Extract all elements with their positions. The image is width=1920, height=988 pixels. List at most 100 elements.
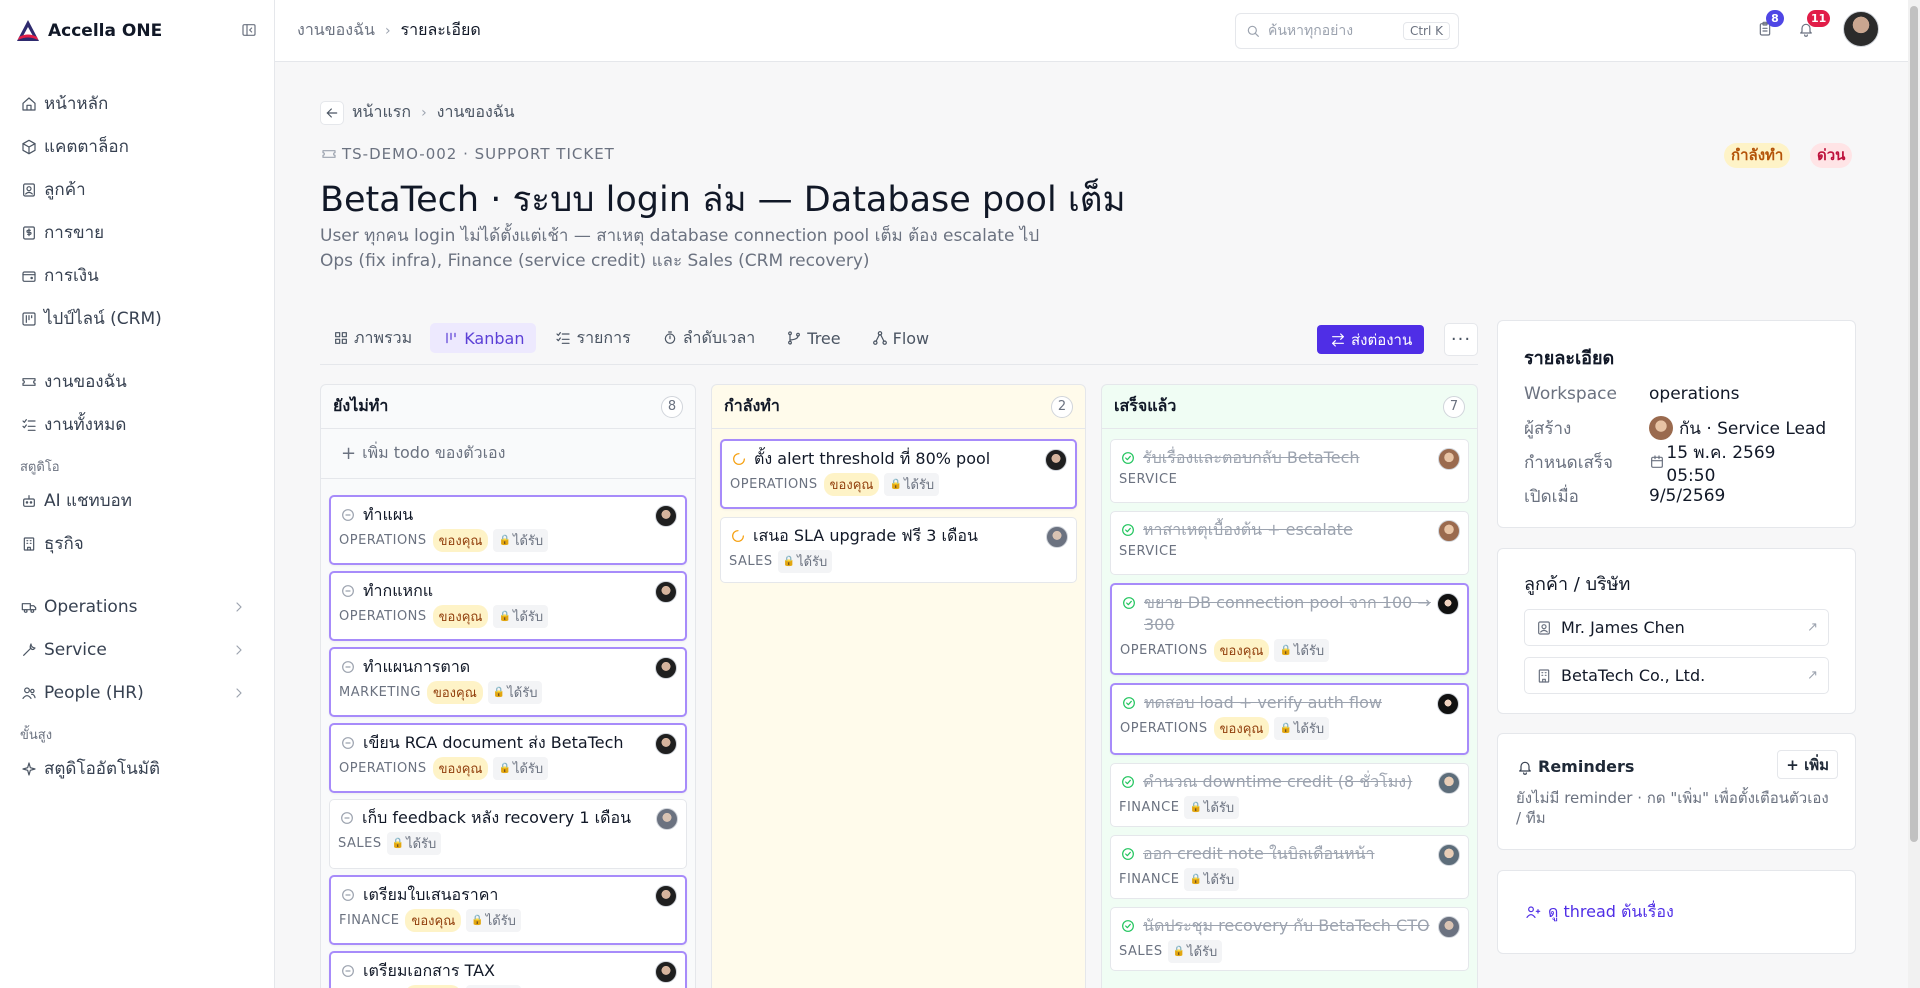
assignee-avatar[interactable] (655, 657, 677, 679)
scrollbar-thumb[interactable] (1910, 6, 1918, 842)
assignee-avatar[interactable] (1437, 593, 1459, 615)
received-label: ได้รับ (903, 478, 935, 493)
assignee-avatar[interactable] (655, 505, 677, 527)
sidebar-item-customers[interactable]: ลูกค้า (0, 168, 274, 211)
task-card[interactable]: ออก credit note ในบิลเดือนหน้า FINANCE 🔒 ได… (1110, 835, 1469, 899)
task-status-icon[interactable] (339, 582, 357, 600)
task-status-icon[interactable] (1119, 917, 1137, 935)
creator-value[interactable]: กัน · Service Lead (1649, 415, 1826, 442)
assignee-avatar[interactable] (655, 581, 677, 603)
view-thread-link[interactable]: ดู thread ต้นเรื่อง (1524, 900, 1674, 925)
assignee-avatar[interactable] (1046, 526, 1068, 548)
page-description: User ทุกคน login ไม่ได้ตั้งแต่เช้า — สาเ… (320, 226, 1040, 271)
task-status-icon[interactable] (1119, 449, 1137, 467)
task-card[interactable]: รับเรื่องและตอบกลับ BetaTech SERVICE (1110, 439, 1469, 503)
task-status-icon[interactable] (1120, 694, 1138, 712)
card-title: ตั้ง alert threshold ที่ 80% pool (730, 448, 1067, 470)
sidebar-item-operations[interactable]: Operations (0, 585, 274, 628)
global-search-input[interactable]: ค้นหาทุกอย่าง Ctrl K (1235, 13, 1459, 49)
task-card[interactable]: นัดประชุม recovery กับ BetaTech CTO SALES… (1110, 907, 1469, 971)
task-card[interactable]: เก็บ feedback หลัง recovery 1 เดือน SALES… (329, 799, 687, 869)
sidebar-item-catalog[interactable]: แคตตาล็อก (0, 125, 274, 168)
breadcrumb-my-tasks[interactable]: งานของฉัน (297, 18, 375, 43)
breadcrumb-home[interactable]: หน้าแรก (352, 100, 411, 125)
task-card[interactable]: ขยาย DB connection pool จาก 100 → 300 OPE… (1110, 583, 1469, 675)
user-avatar[interactable] (1843, 11, 1879, 47)
sidebar-item-finance[interactable]: การเงิน (0, 254, 274, 297)
sidebar-item-automation-studio[interactable]: สตูดิโออัตโนมัติ (0, 747, 274, 790)
sidebar-item-all-tasks[interactable]: งานทั้งหมด (0, 403, 274, 446)
assignee-avatar[interactable] (1438, 844, 1460, 866)
back-button[interactable] (320, 100, 344, 125)
tasks-button[interactable]: 8 (1756, 10, 1784, 41)
task-status-icon[interactable] (339, 962, 357, 980)
tab-kanban[interactable]: Kanban (430, 323, 537, 353)
assignee-avatar[interactable] (1438, 448, 1460, 470)
sidebar-item-sales[interactable]: การขาย (0, 211, 274, 254)
card-department: SALES (1119, 944, 1163, 959)
task-status-icon[interactable] (339, 886, 357, 904)
customer-contact-link[interactable]: Mr. James Chen ↗ (1524, 609, 1829, 646)
task-status-icon[interactable] (730, 450, 748, 468)
yours-badge: ของคุณ (432, 605, 489, 628)
page-scrollbar[interactable] (1908, 0, 1920, 988)
task-card[interactable]: หาสาเหตุเบื้องต้น + escalate SERVICE (1110, 511, 1469, 575)
customer-company-link[interactable]: BetaTech Co., Ltd. ↗ (1524, 657, 1829, 694)
brand[interactable]: Accella ONE (0, 0, 274, 62)
received-badge: 🔒ได้รับ (493, 757, 549, 780)
assignee-avatar[interactable] (655, 961, 677, 983)
task-status-icon[interactable] (339, 658, 357, 676)
assignee-avatar[interactable] (1437, 693, 1459, 715)
task-card[interactable]: ตั้ง alert threshold ที่ 80% pool OPERATI… (720, 439, 1077, 509)
notifications-button[interactable]: 11 (1797, 10, 1831, 41)
tab-label: Tree (807, 328, 841, 348)
task-card[interactable]: ทำแผนการตาด MARKETING ของคุณ 🔒 ได้รับ (329, 647, 687, 717)
tab-flow[interactable]: Flow (859, 323, 942, 353)
due-value[interactable]: 15 พ.ค. 2569 05:50 (1648, 439, 1829, 486)
forward-task-button[interactable]: ส่งต่องาน (1317, 325, 1425, 354)
sidebar-item-service[interactable]: Service (0, 628, 274, 671)
sidebar-item-home[interactable]: หน้าหลัก (0, 82, 274, 125)
task-status-icon[interactable] (339, 506, 357, 524)
task-card[interactable]: เสนอ SLA upgrade ฟรี 3 เดือน SALES 🔒 ได้รับ (720, 517, 1077, 583)
task-card[interactable]: คำนวณ downtime credit (8 ชั่วโมง) FINANCE… (1110, 763, 1469, 827)
sidebar-item-people[interactable]: People (HR) (0, 671, 274, 714)
assignee-avatar[interactable] (655, 733, 677, 755)
tab-tree[interactable]: Tree (773, 323, 852, 353)
task-status-icon[interactable] (339, 734, 357, 752)
task-status-icon[interactable] (1120, 594, 1138, 612)
sidebar-item-my-tasks[interactable]: งานของฉัน (0, 360, 274, 403)
more-options-button[interactable]: ··· (1444, 323, 1478, 356)
tab-list[interactable]: รายการ (542, 323, 642, 353)
sidebar-item-business[interactable]: ธุรกิจ (0, 522, 274, 565)
task-card[interactable]: เตรียมเอกสาร TAXFINANCEของคุณ🔒ได้รับ (329, 951, 687, 988)
task-status-icon[interactable] (338, 809, 356, 827)
assignee-avatar[interactable] (1045, 449, 1067, 471)
breadcrumb-my-tasks-link[interactable]: งานของฉัน (437, 100, 515, 125)
assignee-avatar[interactable] (1438, 772, 1460, 794)
tab-overview[interactable]: ภาพรวม (320, 323, 424, 353)
tab-timeline[interactable]: ลำดับเวลา (649, 323, 768, 353)
add-todo-button[interactable]: + เพิ่ม todo ของตัวเอง (321, 429, 695, 479)
assignee-avatar[interactable] (1438, 520, 1460, 542)
status-badge[interactable]: กำลังทำ (1724, 143, 1791, 168)
task-card[interactable]: เตรียมใบเสนอราคา FINANCE ของคุณ 🔒 ได้รับ (329, 875, 687, 945)
sidebar-collapse-icon[interactable] (240, 21, 258, 39)
breadcrumb-separator: › (421, 104, 427, 121)
assignee-avatar[interactable] (655, 885, 677, 907)
column-header: กำลังทำ 2 (712, 385, 1085, 429)
sidebar-item-ai-chatbot[interactable]: AI แชทบอท (0, 479, 274, 522)
assignee-avatar[interactable] (656, 808, 678, 830)
priority-badge[interactable]: ด่วน (1810, 143, 1853, 168)
task-status-icon[interactable] (1119, 521, 1137, 539)
task-status-icon[interactable] (1119, 845, 1137, 863)
sidebar-item-pipeline[interactable]: ไปป์ไลน์ (CRM) (0, 297, 274, 340)
task-card[interactable]: ทดสอบ load + verify auth flow OPERATIONS ข… (1110, 683, 1469, 755)
task-card[interactable]: ทำกแหกแ OPERATIONS ของคุณ 🔒 ได้รับ (329, 571, 687, 641)
task-status-icon[interactable] (1119, 773, 1137, 791)
task-card[interactable]: เขียน RCA document ส่ง BetaTech OPERATION… (329, 723, 687, 793)
add-reminder-button[interactable]: + เพิ่ม (1777, 750, 1838, 779)
assignee-avatar[interactable] (1438, 916, 1460, 938)
task-status-icon[interactable] (729, 527, 747, 545)
task-card[interactable]: ทำแผน OPERATIONS ของคุณ 🔒 ได้รับ (329, 495, 687, 565)
